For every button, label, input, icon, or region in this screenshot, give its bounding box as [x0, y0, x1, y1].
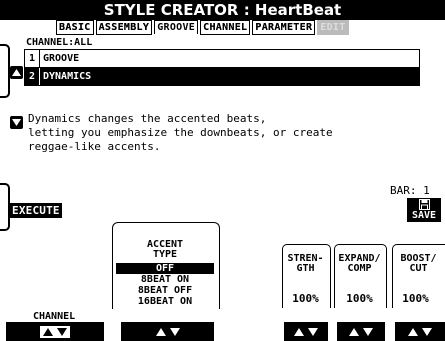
groove-list: 1 GROOVE 2 DYNAMICS [24, 49, 420, 86]
description-line: Dynamics changes the accented beats, [28, 112, 267, 125]
accent-option-16beat-on[interactable]: 16BEAT ON [116, 296, 214, 307]
description-line: reggae-like accents. [28, 140, 161, 153]
tab-parameter[interactable]: PARAMETER [252, 20, 316, 35]
tab-basic[interactable]: BASIC [56, 20, 94, 35]
boost-cut-up-down-button[interactable] [395, 322, 445, 341]
tab-assembly[interactable]: ASSEMBLY [95, 20, 153, 35]
arrow-down-icon [12, 119, 21, 126]
left-panel-button-lower[interactable] [0, 183, 10, 231]
up-down-arrows-icon [40, 325, 70, 338]
channel-up-down-button[interactable] [6, 322, 104, 341]
accent-option-off[interactable]: OFF [116, 263, 214, 274]
description-line: letting you emphasize the downbeats, or … [28, 126, 333, 139]
arrow-up-icon [12, 69, 21, 76]
expand-comp-value: 100% [346, 292, 373, 305]
strength-heading-line2: GTH [296, 263, 315, 274]
bar-readout: BAR: 1 [390, 184, 430, 197]
tab-row: BASIC ASSEMBLY GROOVE CHANNEL PARAMETER … [56, 20, 349, 35]
boost-cut-heading: BOOST/ CUT [392, 254, 445, 274]
accent-heading-line2: TYPE [152, 249, 178, 260]
expand-comp-heading: EXPAND/ COMP [332, 254, 387, 274]
up-down-arrows-icon [408, 327, 432, 336]
floppy-disk-icon [418, 199, 430, 210]
bar-value: 1 [423, 184, 430, 197]
list-item-groove[interactable]: 1 GROOVE [25, 50, 419, 67]
left-panel-button-upper[interactable] [0, 44, 10, 98]
list-item-number: 1 [25, 50, 40, 67]
channel-knob-label: CHANNEL [33, 311, 76, 322]
accent-option-8beat-on[interactable]: 8BEAT ON [116, 274, 214, 285]
tab-channel[interactable]: CHANNEL [200, 20, 251, 35]
list-item-dynamics[interactable]: 2 DYNAMICS [25, 67, 419, 85]
up-down-arrows-icon [155, 327, 180, 336]
up-down-arrows-icon [294, 327, 318, 336]
up-down-arrows-icon [349, 327, 373, 336]
accent-type-heading: ACCENT TYPE [112, 240, 218, 260]
list-item-number: 2 [25, 68, 40, 85]
window-title: STYLE CREATOR : HeartBeat [0, 0, 445, 20]
bar-label: BAR: [390, 184, 417, 197]
accent-type-options: OFF 8BEAT ON 8BEAT OFF 16BEAT ON [116, 263, 214, 307]
description-text: Dynamics changes the accented beats, let… [28, 112, 428, 154]
strength-heading: STREN- GTH [282, 254, 329, 274]
expand-comp-up-down-button[interactable] [337, 322, 385, 341]
execute-button[interactable]: EXECUTE [10, 203, 62, 218]
accent-option-8beat-off[interactable]: 8BEAT OFF [116, 285, 214, 296]
expand-comp-heading-line2: COMP [347, 263, 372, 274]
list-item-label: DYNAMICS [43, 71, 92, 82]
channel-label: CHANNEL:ALL [26, 37, 93, 48]
boost-cut-heading-line2: CUT [409, 263, 428, 274]
list-item-label: GROOVE [43, 53, 80, 64]
save-button[interactable]: SAVE [407, 198, 441, 222]
tab-edit[interactable]: EDIT [317, 20, 349, 35]
scroll-up-button[interactable] [10, 66, 23, 79]
strength-value: 100% [292, 292, 319, 305]
scroll-down-button[interactable] [10, 116, 23, 129]
accent-type-up-down-button[interactable] [121, 322, 214, 341]
boost-cut-value: 100% [402, 292, 429, 305]
strength-up-down-button[interactable] [284, 322, 328, 341]
tab-groove[interactable]: GROOVE [154, 20, 199, 34]
save-label: SAVE [411, 210, 437, 221]
